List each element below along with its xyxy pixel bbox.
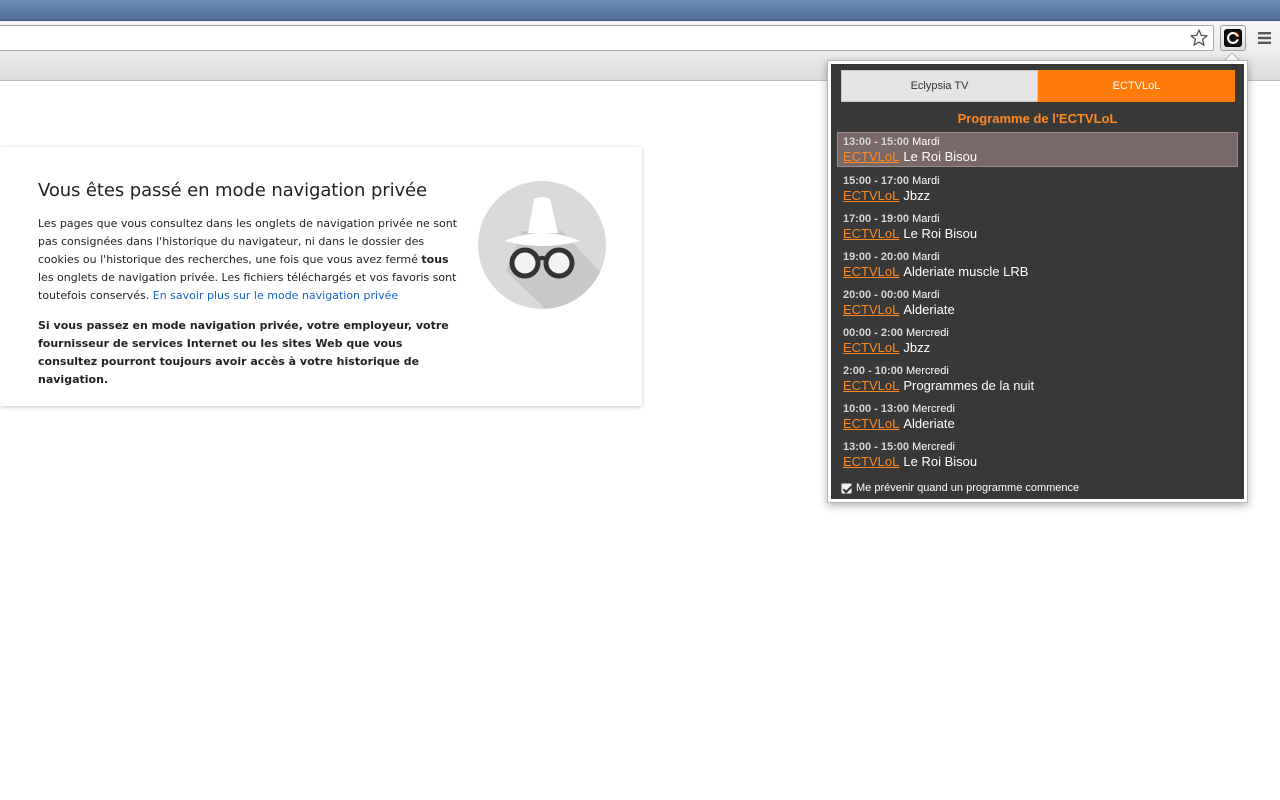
program-day: Mardi [912,289,940,301]
hamburger-menu-icon[interactable] [1256,30,1274,46]
eclypsia-c-icon [1224,29,1242,47]
program-day: Mardi [912,136,940,148]
tab-eclypsia-tv[interactable]: Eclypsia TV [841,70,1038,102]
program-item: 13:00 - 15:00 Mardi ECTVLoL Le Roi Bisou [837,132,1238,167]
program-item: 2:00 - 10:00 Mercredi ECTVLoL Programmes … [837,361,1238,399]
channel-link[interactable]: ECTVLoL [843,302,899,317]
star-icon[interactable] [1189,28,1209,48]
program-show: Jbzz [903,340,931,355]
description-bold: tous [421,253,449,266]
program-list: 13:00 - 15:00 Mardi ECTVLoL Le Roi Bisou … [837,132,1238,475]
program-item: 15:00 - 17:00 Mardi ECTVLoL Jbzz [837,171,1238,209]
channel-link[interactable]: ECTVLoL [843,149,899,164]
program-day: Mardi [912,175,940,187]
program-show: Le Roi Bisou [903,226,978,241]
program-day: Mardi [912,251,940,263]
address-bar[interactable] [0,25,1214,51]
program-time: 17:00 - 19:00 [843,213,910,225]
program-item: 10:00 - 13:00 Mercredi ECTVLoL Alderiate [837,399,1238,437]
eclypsia-popup: Eclypsia TV ECTVLoL Programme de l'ECTVL… [827,60,1248,503]
incognito-spy-icon [478,181,606,309]
channel-link[interactable]: ECTVLoL [843,416,899,431]
popup-content: Eclypsia TV ECTVLoL Programme de l'ECTVL… [831,64,1244,499]
channel-link[interactable]: ECTVLoL [843,226,899,241]
incognito-info-card: Vous êtes passé en mode navigation privé… [0,147,642,406]
program-time: 13:00 - 15:00 [843,441,910,453]
notify-option: Me prévenir quand un programme commence [841,482,1079,494]
program-day: Mercredi [906,365,949,377]
notify-checkbox[interactable] [841,482,852,494]
incognito-warning: Si vous passez en mode navigation privée… [38,319,449,386]
channel-link[interactable]: ECTVLoL [843,264,899,279]
program-show: Programmes de la nuit [903,378,1035,393]
program-day: Mercredi [912,441,955,453]
channel-link[interactable]: ECTVLoL [843,378,899,393]
tab-ectvlol[interactable]: ECTVLoL [1038,70,1235,102]
program-item: 20:00 - 00:00 Mardi ECTVLoL Alderiate [837,285,1238,323]
eclypsia-extension-button[interactable] [1220,25,1246,51]
program-time: 10:00 - 13:00 [843,403,910,415]
program-show: Le Roi Bisou [903,454,978,469]
browser-toolbar [0,21,1280,55]
channel-tabs: Eclypsia TV ECTVLoL [841,70,1235,102]
program-item: 17:00 - 19:00 Mardi ECTVLoL Le Roi Bisou [837,209,1238,247]
program-show: Jbzz [903,188,931,203]
description-text-a: Les pages que vous consultez dans les on… [38,217,458,266]
program-show: Alderiate [903,302,955,317]
program-time: 15:00 - 17:00 [843,175,910,187]
program-show: Le Roi Bisou [903,149,978,164]
channel-link[interactable]: ECTVLoL [843,454,899,469]
program-time: 19:00 - 20:00 [843,251,910,263]
incognito-description: Les pages que vous consultez dans les on… [38,215,458,305]
program-day: Mardi [912,213,940,225]
program-show: Alderiate [903,416,955,431]
learn-more-link[interactable]: En savoir plus sur le mode navigation pr… [153,289,398,302]
program-time: 2:00 - 10:00 [843,365,903,377]
program-item: 00:00 - 2:00 Mercredi ECTVLoL Jbzz [837,323,1238,361]
program-title: Programme de l'ECTVLoL [957,111,1118,126]
program-time: 13:00 - 15:00 [843,136,910,148]
window-title-bar [0,0,1280,21]
program-show: Alderiate muscle LRB [903,264,1029,279]
program-item: 13:00 - 15:00 Mercredi ECTVLoL Le Roi Bis… [837,437,1238,475]
program-time: 00:00 - 2:00 [843,327,903,339]
page-title: Vous êtes passé en mode navigation privé… [38,180,427,201]
channel-link[interactable]: ECTVLoL [843,188,899,203]
program-item: 19:00 - 20:00 Mardi ECTVLoL Alderiate mus… [837,247,1238,285]
notify-label: Me prévenir quand un programme commence [856,482,1080,494]
program-time: 20:00 - 00:00 [843,289,910,301]
channel-link[interactable]: ECTVLoL [843,340,899,355]
program-day: Mercredi [912,403,955,415]
program-day: Mercredi [906,327,949,339]
